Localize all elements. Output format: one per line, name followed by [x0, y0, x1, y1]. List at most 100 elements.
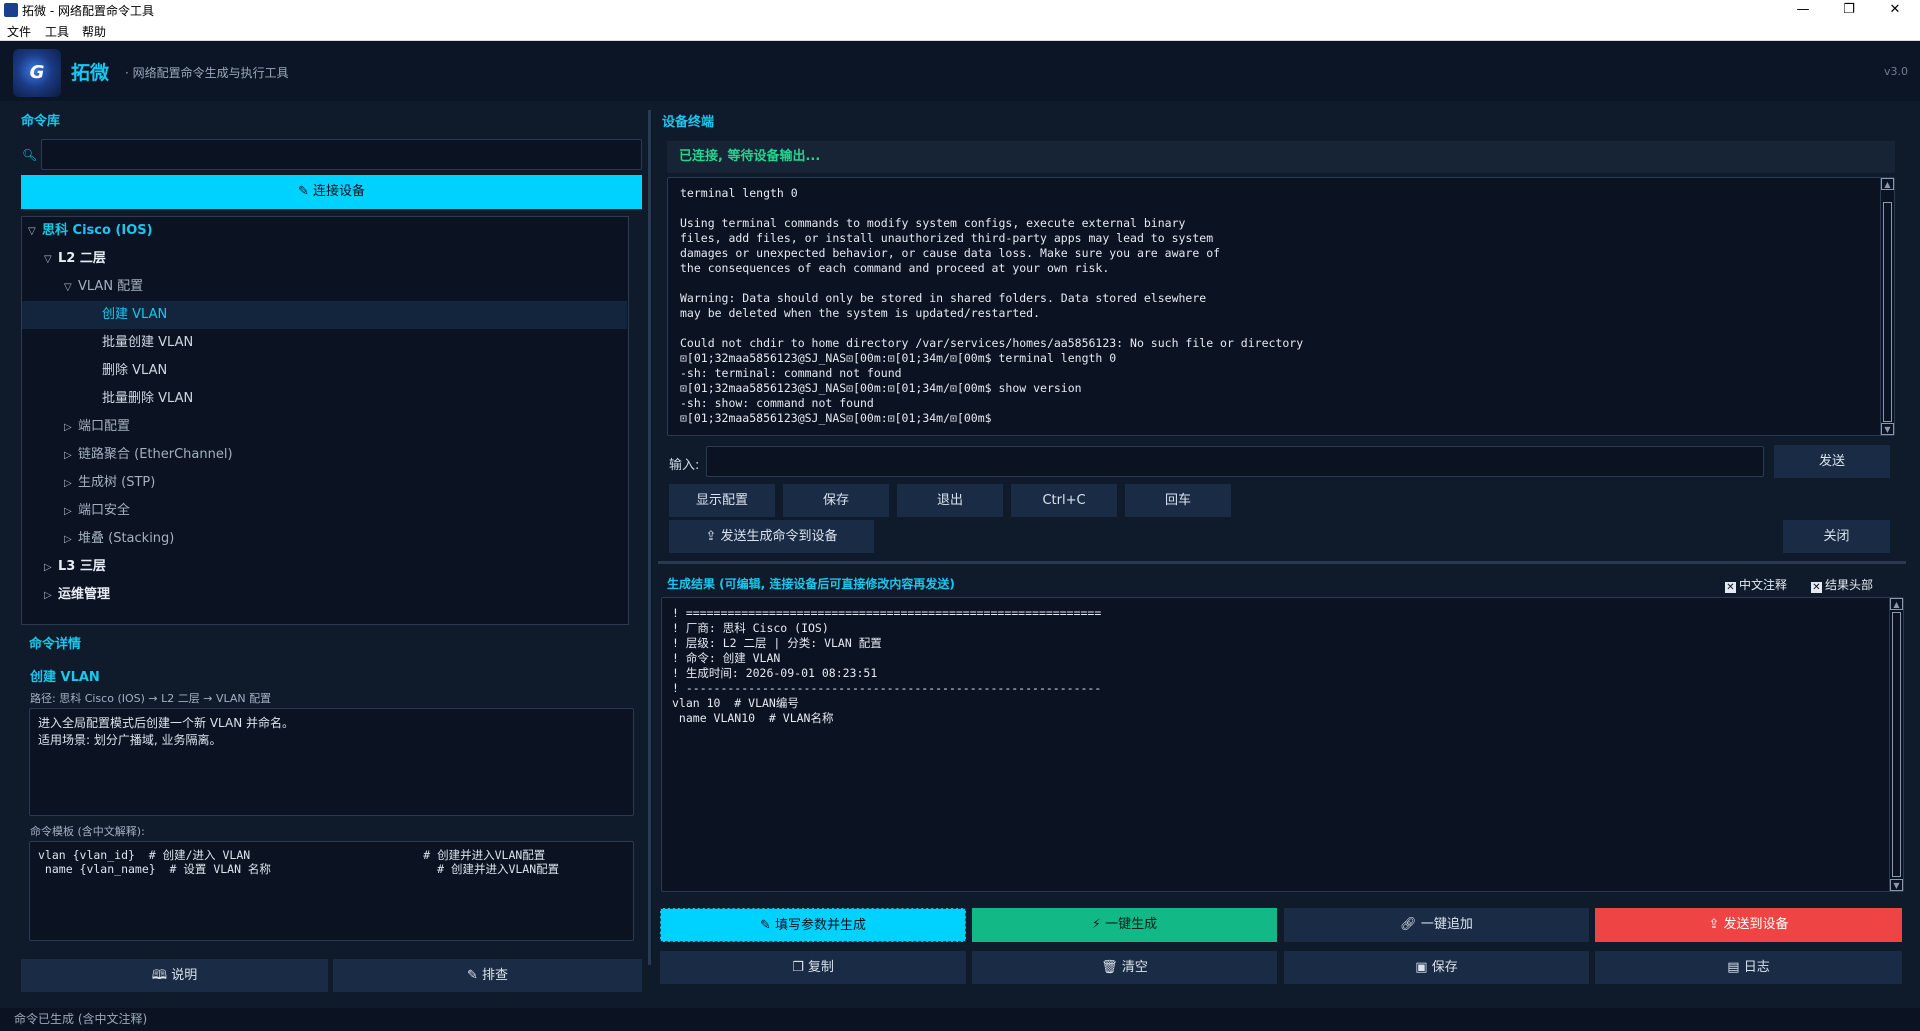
- tree-item-label: VLAN 配置: [78, 279, 144, 294]
- save-result-button[interactable]: ▣ 保存: [1284, 951, 1589, 984]
- tree-item[interactable]: ▷ 生成树 (STP): [22, 469, 627, 497]
- menu-help[interactable]: 帮助: [82, 23, 106, 40]
- result-scrollbar[interactable]: ▲ ▼: [1889, 598, 1903, 891]
- chevron-right-icon[interactable]: ▷: [64, 498, 78, 526]
- status-bar: 命令已生成 (含中文注释): [0, 1008, 1920, 1031]
- enter-button[interactable]: 回车: [1125, 484, 1231, 517]
- template-label: 命令模板 (含中文解释):: [30, 825, 145, 838]
- scroll-up-icon[interactable]: ▲: [1881, 178, 1894, 190]
- result-editor[interactable]: ! ======================================…: [661, 597, 1904, 892]
- save-config-button[interactable]: 保存: [783, 484, 889, 517]
- scroll-up-icon[interactable]: ▲: [1890, 598, 1903, 610]
- terminal-text: terminal length 0 Using terminal command…: [680, 186, 1304, 425]
- tree-item[interactable]: ▽ 思科 Cisco (IOS): [22, 217, 627, 245]
- tree-item-label: 批量删除 VLAN: [102, 391, 194, 406]
- tree-item[interactable]: 创建 VLAN: [22, 301, 627, 329]
- scroll-down-icon[interactable]: ▼: [1881, 423, 1894, 435]
- menu-file[interactable]: 文件: [7, 23, 31, 40]
- close-icon[interactable]: ✕: [1872, 0, 1918, 20]
- ctrl-c-button[interactable]: Ctrl+C: [1011, 484, 1117, 517]
- tree-item[interactable]: ▽ L2 二层: [22, 245, 627, 273]
- tree-item[interactable]: ▷ 端口安全: [22, 497, 627, 525]
- tree-item[interactable]: 删除 VLAN: [22, 357, 627, 385]
- library-title: 命令库: [21, 114, 61, 129]
- tree-item[interactable]: ▷ 端口配置: [22, 413, 627, 441]
- chevron-down-icon[interactable]: ▽: [64, 274, 78, 302]
- command-path: 路径: 思科 Cisco (IOS) → L2 二层 → VLAN 配置: [30, 692, 272, 705]
- maximize-icon[interactable]: ❐: [1826, 0, 1872, 20]
- title-bar: 拓微 - 网络配置命令工具 — ❐ ✕: [0, 0, 1920, 20]
- vertical-splitter[interactable]: [648, 110, 651, 965]
- command-description: 进入全局配置模式后创建一个新 VLAN 并命名。 适用场景: 划分广播域, 业务…: [29, 708, 634, 816]
- tree-item[interactable]: 批量删除 VLAN: [22, 385, 627, 413]
- menu-bar: 文件 工具 帮助: [0, 20, 1920, 41]
- exit-button[interactable]: 退出: [897, 484, 1003, 517]
- show-config-button[interactable]: 显示配置: [669, 484, 775, 517]
- minimize-icon[interactable]: —: [1780, 0, 1826, 20]
- chevron-down-icon[interactable]: ▽: [44, 246, 58, 274]
- tree-item-label: 运维管理: [58, 587, 111, 602]
- copy-button[interactable]: ❐ 复制: [660, 951, 966, 984]
- lightning-icon: ⚡︎: [1091, 917, 1101, 932]
- horizontal-splitter[interactable]: [658, 561, 1906, 564]
- tree-item[interactable]: 批量创建 VLAN: [22, 329, 627, 357]
- send-to-device-button[interactable]: ⇪ 发送到设备: [1595, 908, 1902, 942]
- tree-scrollbar[interactable]: ▲ ▼: [628, 217, 629, 624]
- tree-item-label: 端口安全: [78, 503, 131, 518]
- menu-tools[interactable]: 工具: [45, 23, 69, 40]
- result-header-checkbox[interactable]: ✕ 结果头部: [1811, 576, 1873, 593]
- send-generated-button[interactable]: ⇪ 发送生成命令到设备: [669, 520, 874, 553]
- chevron-right-icon[interactable]: ▷: [44, 582, 58, 610]
- tree-item-label: 堆叠 (Stacking): [78, 531, 175, 546]
- search-input[interactable]: [41, 139, 642, 170]
- help-button[interactable]: 🕮 说明: [21, 959, 328, 992]
- upload-icon: ⇪: [705, 529, 717, 544]
- connection-status: 已连接, 等待设备输出...: [667, 141, 1895, 173]
- upload-icon: ⇪: [1708, 917, 1720, 932]
- brand-name: 拓微: [71, 62, 110, 84]
- chevron-right-icon[interactable]: ▷: [64, 470, 78, 498]
- tree-item[interactable]: ▷ 链路聚合 (EtherChannel): [22, 441, 627, 469]
- terminal-output[interactable]: terminal length 0 Using terminal command…: [667, 177, 1895, 436]
- chevron-right-icon[interactable]: ▷: [44, 554, 58, 582]
- tree-item-label: 生成树 (STP): [78, 475, 156, 490]
- chevron-right-icon[interactable]: ▷: [64, 442, 78, 470]
- terminal-input[interactable]: [706, 446, 1764, 477]
- terminal-scrollbar[interactable]: ▲ ▼: [1880, 178, 1894, 435]
- chinese-comment-checkbox[interactable]: ✕ 中文注释: [1725, 576, 1787, 593]
- one-click-generate-button[interactable]: ⚡︎ 一键生成: [972, 908, 1277, 942]
- send-button[interactable]: 发送: [1774, 445, 1890, 478]
- app-header: G 拓微 · 网络配置命令生成与执行工具 v3.0: [0, 41, 1920, 101]
- tree-item[interactable]: ▽ VLAN 配置: [22, 273, 627, 301]
- scroll-thumb[interactable]: [1892, 612, 1901, 877]
- app-icon: [4, 3, 18, 17]
- checkbox-checked-icon: ✕: [1725, 582, 1736, 593]
- search-icon: 🔍︎: [22, 148, 38, 162]
- result-title: 生成结果 (可编辑, 连接设备后可直接修改内容再发送): [667, 577, 955, 591]
- connect-device-button[interactable]: ✎ 连接设备: [21, 175, 642, 209]
- scroll-thumb[interactable]: [1883, 202, 1892, 422]
- chevron-right-icon[interactable]: ▷: [64, 414, 78, 442]
- fill-params-button[interactable]: ✎ 填写参数并生成: [660, 908, 966, 942]
- pencil-icon: ✎: [466, 968, 478, 983]
- tree-item[interactable]: ▷ 运维管理: [22, 581, 627, 609]
- chevron-right-icon[interactable]: ▷: [64, 526, 78, 554]
- book-icon: 🕮: [151, 968, 168, 983]
- tree-item-label: L3 三层: [58, 559, 106, 574]
- tree-item-label: L2 二层: [58, 251, 106, 266]
- one-click-append-button[interactable]: 🔗︎ 一键追加: [1284, 908, 1589, 942]
- copy-icon: ❐: [792, 960, 804, 975]
- detail-title: 命令详情: [29, 637, 82, 652]
- log-button[interactable]: ▤ 日志: [1595, 951, 1902, 984]
- troubleshoot-button[interactable]: ✎ 排查: [333, 959, 642, 992]
- trash-icon: 🗑︎: [1101, 960, 1118, 975]
- tree-item[interactable]: ▷ L3 三层: [22, 553, 627, 581]
- chevron-down-icon[interactable]: ▽: [28, 218, 42, 246]
- scroll-down-icon[interactable]: ▼: [1890, 879, 1903, 891]
- close-connection-button[interactable]: 关闭: [1783, 520, 1890, 553]
- logo: G: [13, 49, 61, 97]
- tree-item[interactable]: ▷ 堆叠 (Stacking): [22, 525, 627, 553]
- edit-icon: ✎: [759, 918, 771, 933]
- clear-button[interactable]: 🗑︎ 清空: [972, 951, 1277, 984]
- command-template[interactable]: vlan {vlan_id} # 创建/进入 VLAN # 创建并进入VLAN配…: [29, 841, 634, 941]
